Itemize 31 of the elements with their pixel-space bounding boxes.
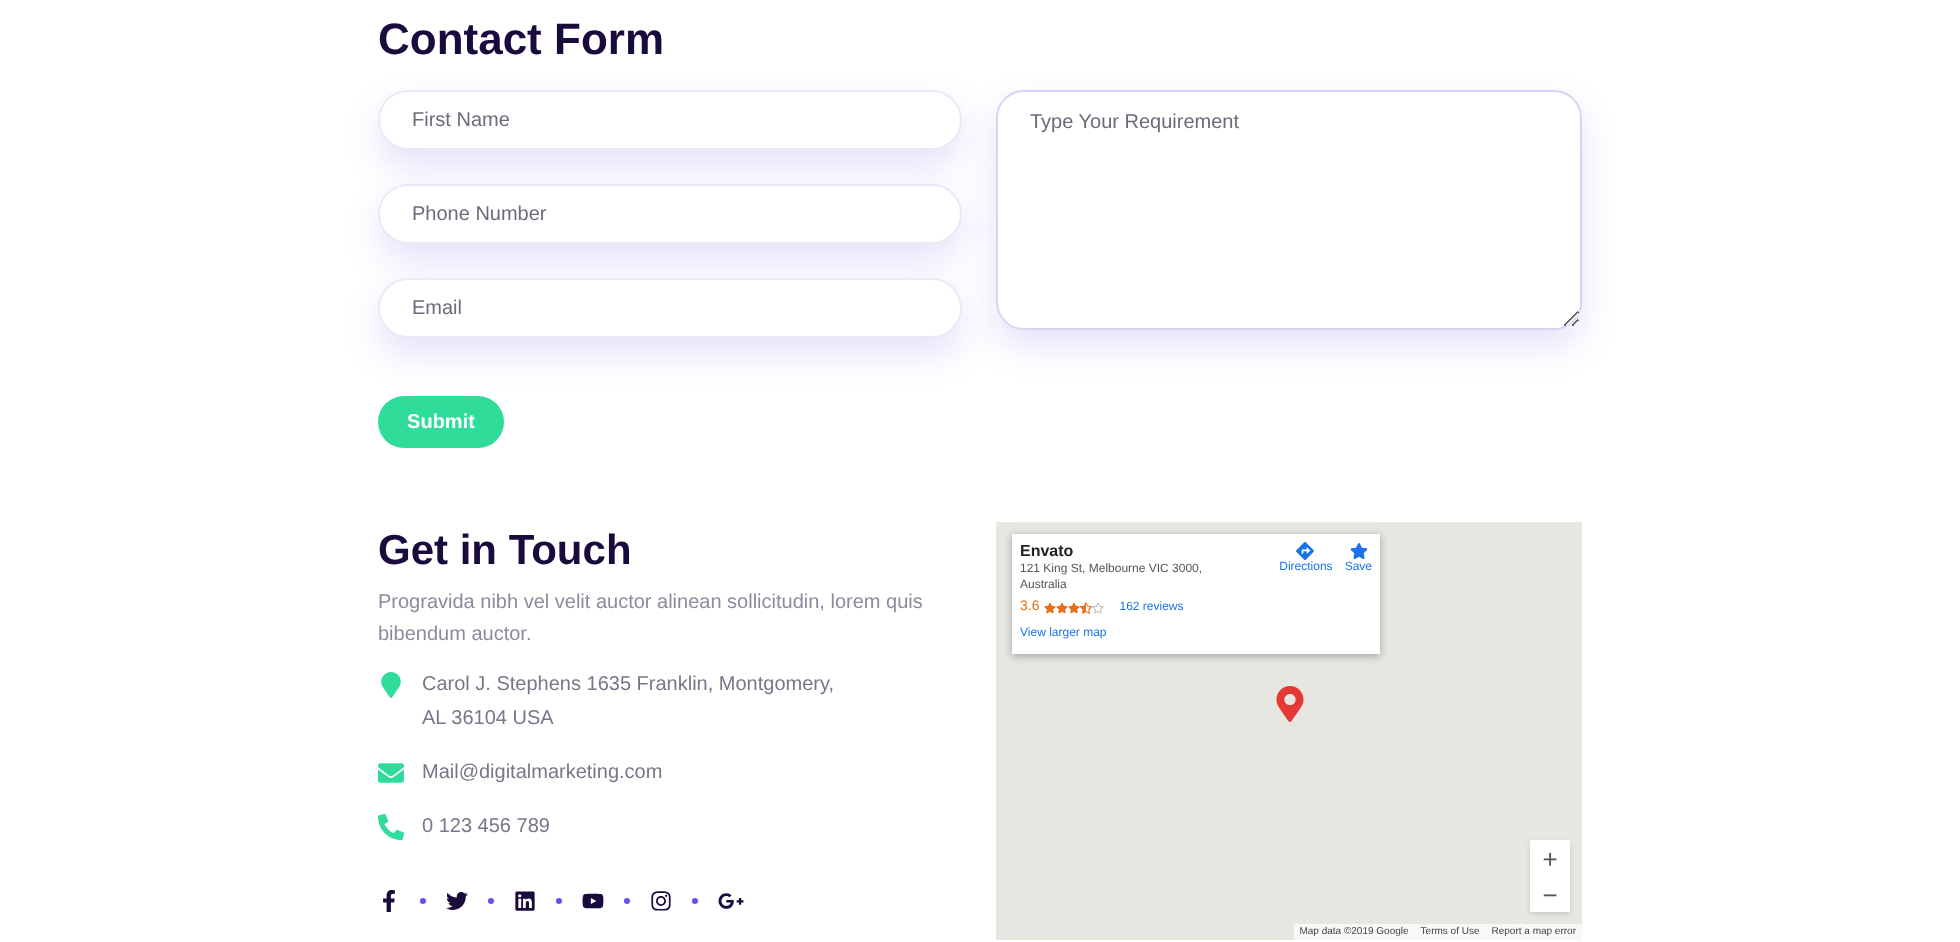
place-name: Envato <box>1020 542 1076 562</box>
contact-text: Mail@digitalmarketing.com <box>422 760 665 788</box>
directions-icon <box>1296 542 1315 560</box>
facebook-icon[interactable] <box>378 890 400 912</box>
text-field[interactable]: Email <box>378 278 962 338</box>
zoom-in-button[interactable]: + <box>1530 840 1570 876</box>
linkedin-icon[interactable] <box>514 890 536 912</box>
twitter-icon[interactable] <box>446 890 468 912</box>
half-star-icon <box>1079 602 1092 615</box>
requirement-textarea[interactable]: Type Your Requirement <box>996 90 1582 330</box>
instagram-icon[interactable] <box>650 890 672 912</box>
dot-separator <box>624 898 630 904</box>
zoom-out-button[interactable]: − <box>1530 876 1570 912</box>
text-field[interactable]: First Name <box>378 90 962 150</box>
text-field[interactable]: Phone Number <box>378 184 962 244</box>
section-title: Get in Touch <box>378 528 634 576</box>
dot-separator <box>692 898 698 904</box>
youtube-icon[interactable] <box>582 890 604 912</box>
dot-separator <box>420 898 426 904</box>
section-title: Contact Form <box>378 14 666 66</box>
phone-icon <box>378 814 404 840</box>
description-text: Progravida nibh vel velit auctor alinean sollicitudin, lorem quis bibendum auctor. <box>378 590 925 650</box>
contact-text: Carol J. Stephens 1635 Franklin, Montgomery, AL 36104 USA <box>422 672 837 734</box>
google-plus-icon[interactable] <box>718 888 744 914</box>
map-pin-icon <box>1276 686 1304 722</box>
location-pin-icon <box>378 672 404 698</box>
dot-separator <box>556 898 562 904</box>
envelope-icon <box>378 760 404 786</box>
star-icon <box>1349 542 1368 560</box>
contact-text: 0 123 456 789 <box>422 814 552 842</box>
dot-separator <box>488 898 494 904</box>
